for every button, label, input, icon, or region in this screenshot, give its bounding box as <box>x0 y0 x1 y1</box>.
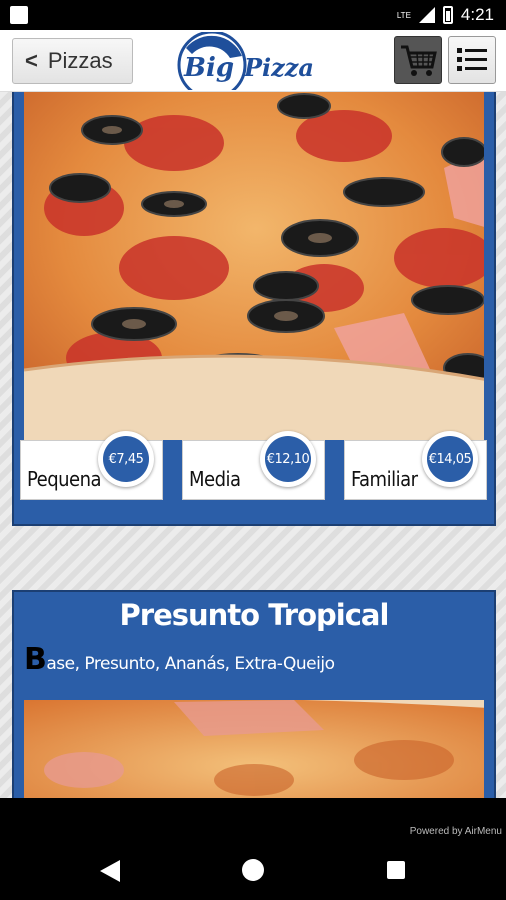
app-header: < Pizzas Big Pizza <box>0 30 506 92</box>
product-list[interactable]: €7,45 Pequena €12,10 Media €14,05 Famili… <box>0 92 506 798</box>
price-text: €12,10 <box>265 436 311 482</box>
product-card: Presunto Tropical Base, Presunto, Ananás… <box>12 590 496 798</box>
back-button[interactable]: < Pizzas <box>12 38 133 84</box>
logo-big-text: Big <box>183 53 234 83</box>
status-bar: LTE 4:21 <box>0 0 506 30</box>
bigpizza-logo: Big Pizza <box>177 32 314 90</box>
product-card: €7,45 Pequena €12,10 Media €14,05 Famili… <box>12 92 496 526</box>
system-nav-bar <box>0 840 506 900</box>
price-text: €14,05 <box>427 436 473 482</box>
network-type: LTE <box>396 10 411 20</box>
back-button-label: Pizzas <box>47 48 113 73</box>
size-label: Media <box>189 467 241 491</box>
logo-pizza-text: Pizza <box>243 53 314 82</box>
size-option-media[interactable]: €12,10 Media <box>182 431 325 500</box>
notification-icon <box>10 6 28 24</box>
pizza-image <box>24 92 484 440</box>
menu-list-icon <box>457 48 487 71</box>
price-text: €7,45 <box>103 436 149 482</box>
powered-by-text: Powered by AirMenu <box>409 826 502 837</box>
menu-button[interactable] <box>448 36 496 84</box>
size-options: €7,45 Pequena €12,10 Media €14,05 Famili… <box>20 430 490 500</box>
description-initial: B <box>24 642 47 677</box>
status-time: 4:21 <box>460 5 494 24</box>
price-badge: €14,05 <box>422 431 478 487</box>
size-option-familiar[interactable]: €14,05 Familiar <box>344 431 487 500</box>
price-badge: €7,45 <box>98 431 154 487</box>
signal-icon <box>418 7 435 23</box>
size-label: Familiar <box>351 467 418 491</box>
back-arrow-icon: < <box>25 48 38 73</box>
nav-home-icon[interactable] <box>242 859 264 881</box>
nav-recents-icon[interactable] <box>387 861 405 879</box>
cart-icon <box>401 45 437 76</box>
pizza-image <box>24 700 484 798</box>
nav-back-icon[interactable] <box>100 860 120 882</box>
battery-icon <box>442 6 453 24</box>
size-label: Pequena <box>27 467 102 491</box>
price-badge: €12,10 <box>260 431 316 487</box>
size-option-pequena[interactable]: €7,45 Pequena <box>20 431 163 500</box>
cart-button[interactable] <box>394 36 442 84</box>
product-title: Presunto Tropical <box>119 598 390 632</box>
description-text: ase, Presunto, Ananás, Extra-Queijo <box>46 654 335 674</box>
product-description: Base, Presunto, Ananás, Extra-Queijo <box>24 642 335 677</box>
